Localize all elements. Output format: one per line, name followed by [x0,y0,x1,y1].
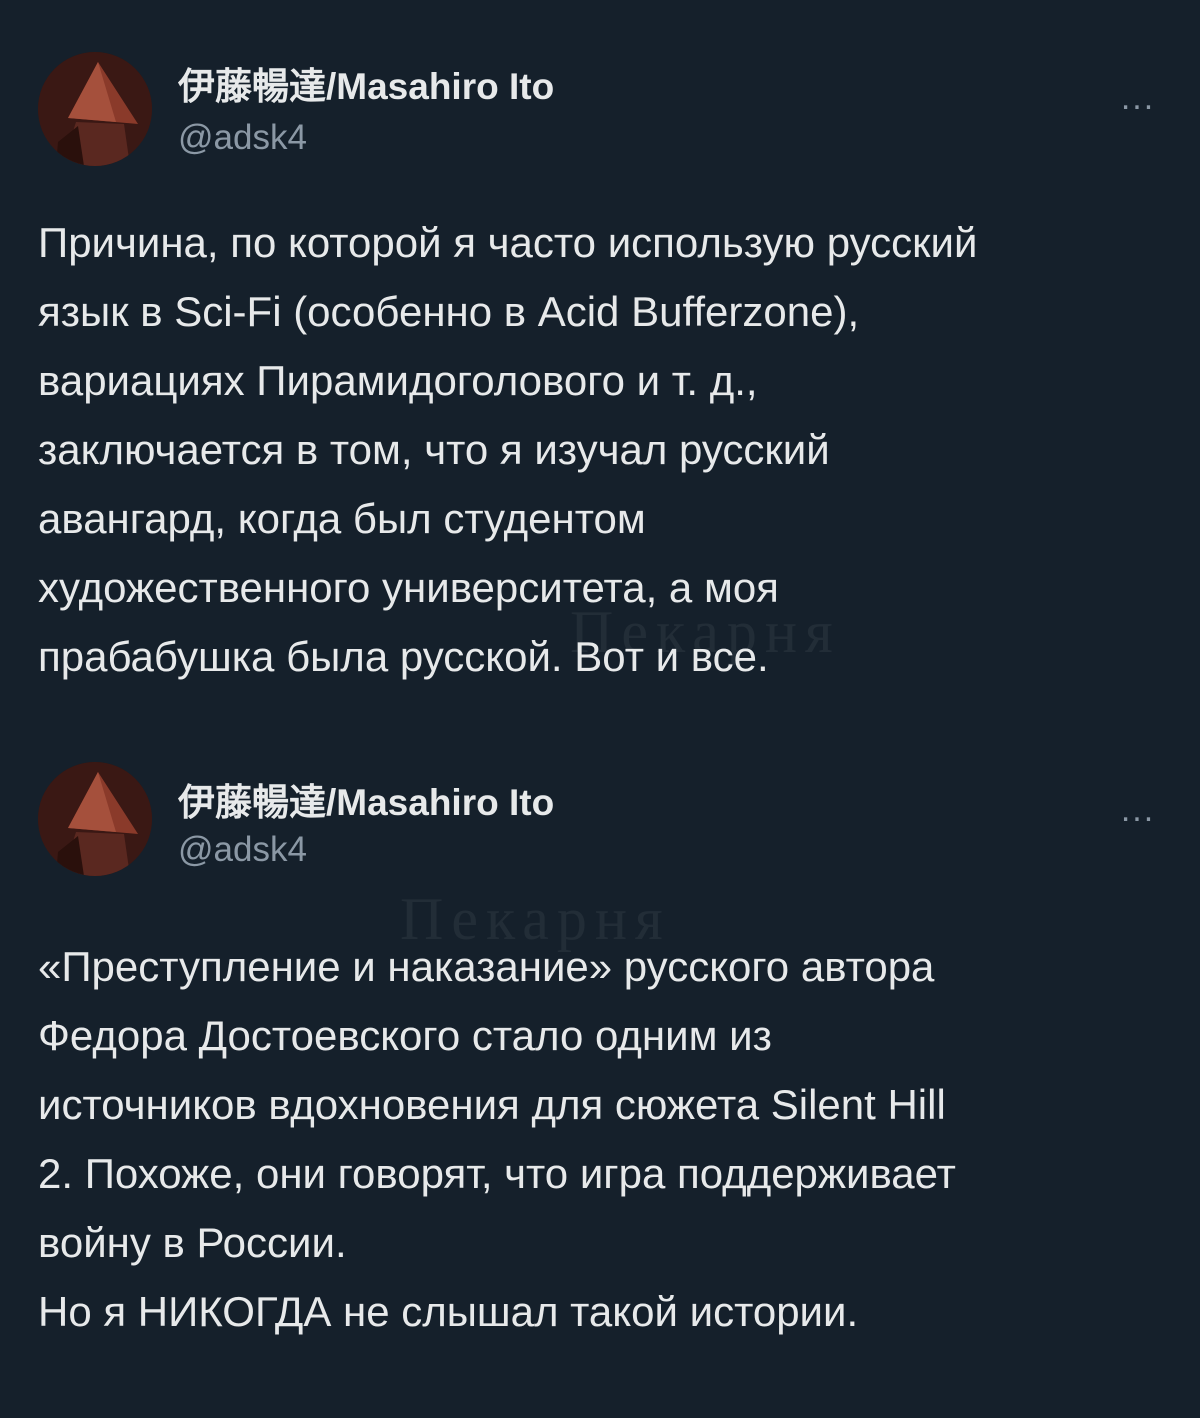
user-handle[interactable]: @adsk4 [178,118,307,158]
avatar[interactable] [38,762,152,876]
avatar[interactable] [38,52,152,166]
pyramid-head-avatar-icon [38,762,152,876]
display-name[interactable]: 伊藤暢達/Masahiro Ito [178,56,554,110]
pyramid-head-avatar-icon [38,52,152,166]
user-handle[interactable]: @adsk4 [178,830,307,870]
display-name[interactable]: 伊藤暢達/Masahiro Ito [178,772,554,826]
tweet-text: Причина, по которой я часто использую ру… [38,219,978,680]
more-options-button[interactable]: ... [1108,793,1168,840]
more-options-button[interactable]: ... [1108,81,1168,128]
tweet-text: «Преступление и наказание» русского авто… [38,943,956,1335]
